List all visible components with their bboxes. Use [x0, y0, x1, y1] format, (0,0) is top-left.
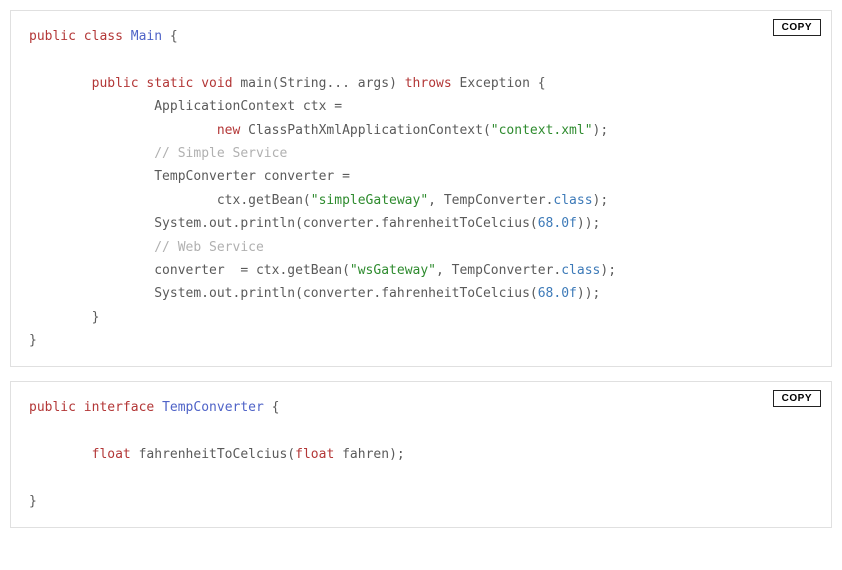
code-token: ctx.getBean(: [29, 193, 311, 208]
code-token: static: [146, 76, 193, 91]
code-token: class: [84, 29, 123, 44]
code-token: [29, 76, 92, 91]
code-token: }: [29, 333, 37, 348]
code-token: [123, 29, 131, 44]
code-token: [154, 400, 162, 415]
code-token: 68.0f: [538, 216, 577, 231]
code-token: , TempConverter.: [428, 193, 553, 208]
code-token: [76, 400, 84, 415]
code-token: interface: [84, 400, 154, 415]
code-token: [29, 146, 154, 161]
code-token: void: [201, 76, 232, 91]
code-token: ClassPathXmlApplicationContext(: [240, 123, 490, 138]
code-token: Exception {: [452, 76, 546, 91]
code-token: [29, 123, 217, 138]
code-token: fahrenheitToCelcius(: [131, 447, 295, 462]
code-token: ));: [577, 216, 600, 231]
copy-button[interactable]: COPY: [773, 19, 821, 36]
code-token: [76, 29, 84, 44]
code-token: );: [593, 193, 609, 208]
code-token: float: [295, 447, 334, 462]
code-token: TempConverter: [162, 400, 264, 415]
code-token: [29, 240, 154, 255]
code-token: );: [600, 263, 616, 278]
code-token: Main: [131, 29, 162, 44]
code-pre: public interface TempConverter { float f…: [29, 396, 813, 513]
code-token: [29, 447, 92, 462]
code-token: TempConverter converter =: [29, 169, 350, 184]
code-token: class: [561, 263, 600, 278]
code-pre: public class Main { public static void m…: [29, 25, 813, 352]
code-token: "wsGateway": [350, 263, 436, 278]
code-token: 68.0f: [538, 286, 577, 301]
code-token: throws: [405, 76, 452, 91]
code-token: public: [29, 400, 76, 415]
code-token: // Web Service: [154, 240, 264, 255]
code-token: new: [217, 123, 240, 138]
code-token: }: [29, 310, 99, 325]
code-token: );: [593, 123, 609, 138]
code-token: fahren);: [334, 447, 404, 462]
code-token: {: [162, 29, 178, 44]
code-token: public: [29, 29, 76, 44]
code-token: ApplicationContext ctx =: [29, 99, 342, 114]
code-token: }: [29, 494, 37, 509]
code-token: {: [264, 400, 280, 415]
copy-button[interactable]: COPY: [773, 390, 821, 407]
code-block: COPYpublic class Main { public static vo…: [10, 10, 832, 367]
code-token: class: [553, 193, 592, 208]
code-token: , TempConverter.: [436, 263, 561, 278]
code-token: // Simple Service: [154, 146, 287, 161]
code-token: ));: [577, 286, 600, 301]
code-token: converter = ctx.getBean(: [29, 263, 350, 278]
code-block: COPYpublic interface TempConverter { flo…: [10, 381, 832, 528]
code-token: public: [92, 76, 139, 91]
code-token: System.out.println(converter.fahrenheitT…: [29, 216, 538, 231]
code-token: System.out.println(converter.fahrenheitT…: [29, 286, 538, 301]
code-token: main(String... args): [233, 76, 405, 91]
code-token: "context.xml": [491, 123, 593, 138]
code-token: float: [92, 447, 131, 462]
code-token: "simpleGateway": [311, 193, 428, 208]
